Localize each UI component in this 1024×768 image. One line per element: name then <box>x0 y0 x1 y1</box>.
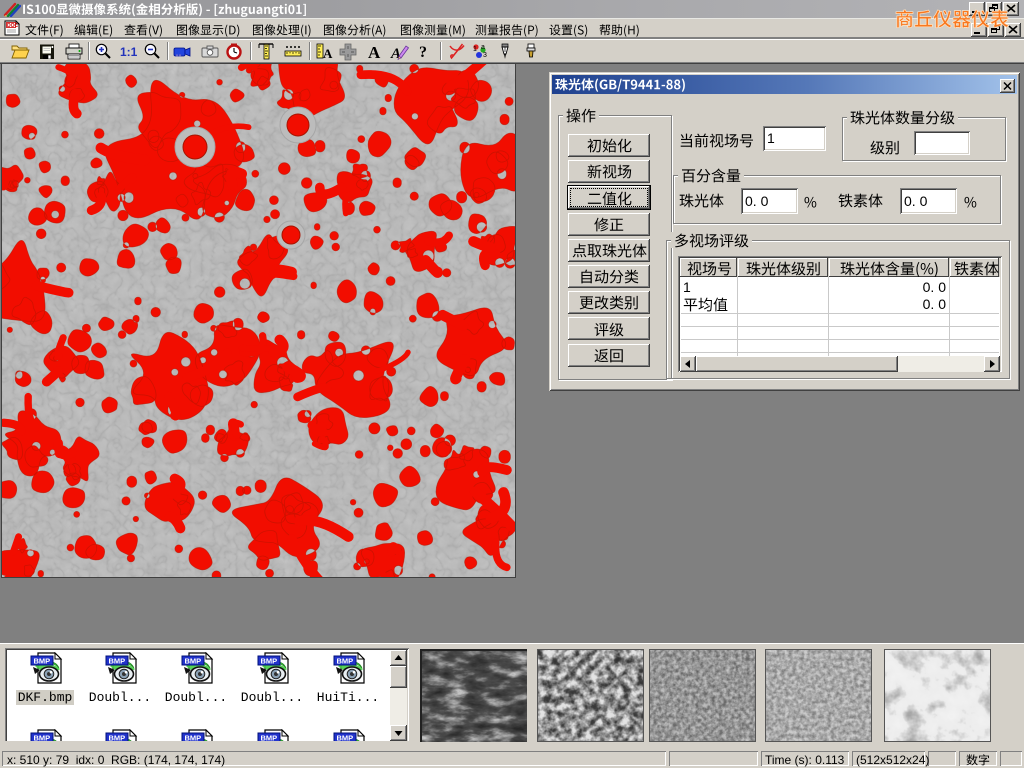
svg-text:DOC: DOC <box>7 23 19 29</box>
svg-text:1:1: 1:1 <box>120 45 138 59</box>
svg-text:BMP: BMP <box>185 657 202 666</box>
svg-text:A: A <box>323 46 333 61</box>
svg-text:A: A <box>368 43 381 61</box>
svg-text:?: ? <box>419 44 427 61</box>
svg-text:a: a <box>481 44 485 51</box>
svg-text:BMP: BMP <box>34 657 51 666</box>
svg-text:BMP: BMP <box>109 657 126 666</box>
svg-text:BMP: BMP <box>261 657 278 666</box>
svg-text:BMP: BMP <box>337 657 354 666</box>
svg-text:1: 1 <box>473 46 477 53</box>
svg-text:3: 3 <box>483 52 487 59</box>
